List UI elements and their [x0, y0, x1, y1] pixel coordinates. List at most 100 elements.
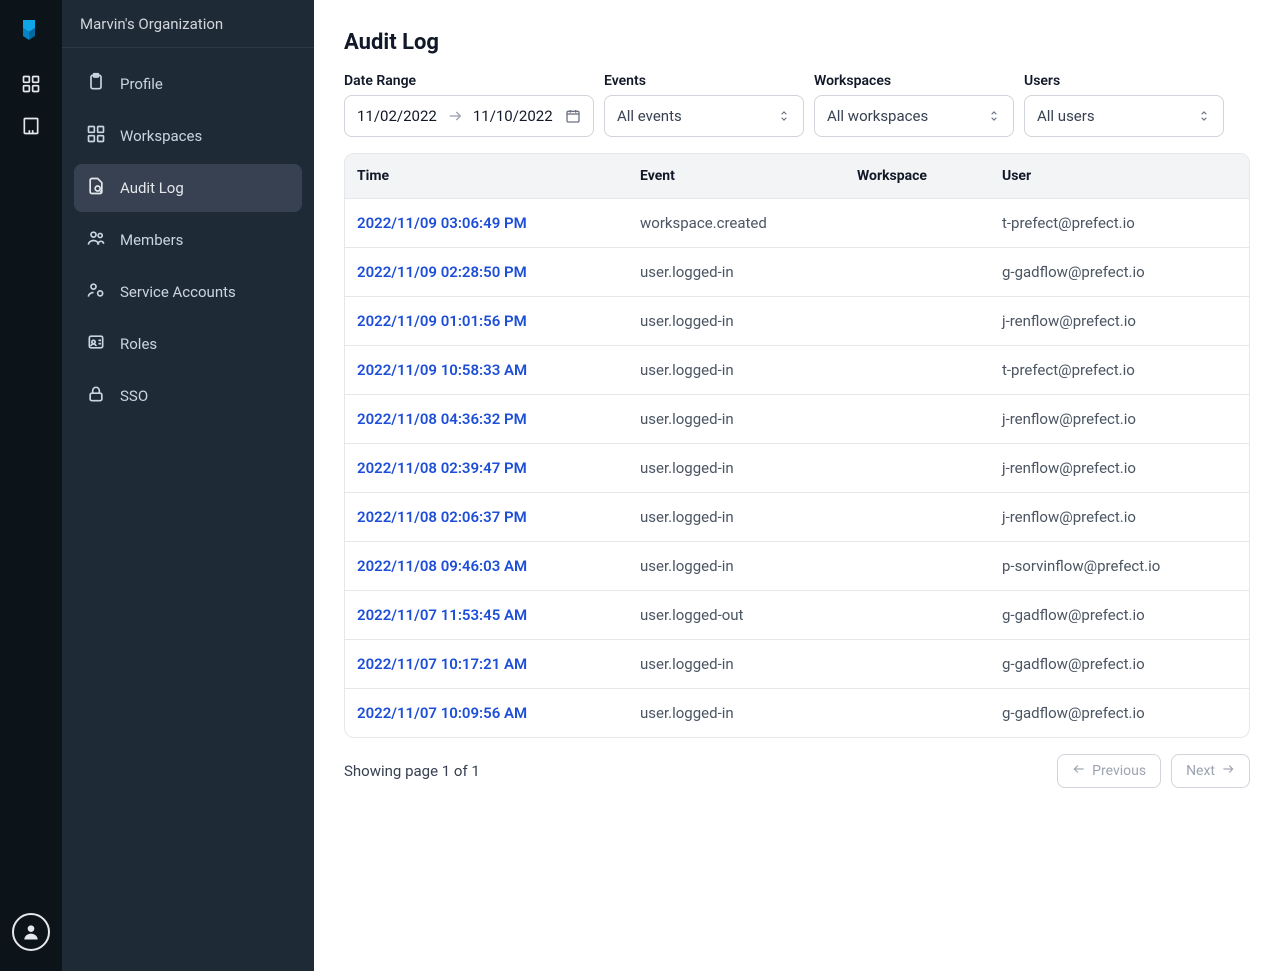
- users-select[interactable]: All users: [1024, 95, 1224, 137]
- cell-user: g-gadflow@prefect.io: [1002, 704, 1237, 722]
- filter-label-users: Users: [1024, 73, 1224, 89]
- cell-time[interactable]: 2022/11/08 02:06:37 PM: [357, 508, 640, 526]
- cell-workspace: [857, 263, 1002, 281]
- date-range-end: 11/10/2022: [473, 107, 553, 125]
- rail-dashboard-icon[interactable]: [21, 74, 41, 94]
- filter-bar: Date Range 11/02/2022 11/10/2022 Events …: [344, 73, 1250, 137]
- cell-user: g-gadflow@prefect.io: [1002, 263, 1237, 281]
- chevron-up-down-icon: [777, 109, 791, 123]
- sidebar-item-label: Roles: [120, 335, 157, 353]
- sidebar-item-label: Workspaces: [120, 127, 202, 145]
- calendar-icon: [565, 108, 581, 124]
- rail-organization-icon[interactable]: [21, 116, 41, 136]
- arrow-right-icon: [447, 108, 463, 124]
- sidebar-item-workspaces[interactable]: Workspaces: [74, 112, 302, 160]
- sidebar-item-label: SSO: [120, 387, 148, 405]
- sidebar-item-roles[interactable]: Roles: [74, 320, 302, 368]
- table-row: 2022/11/07 10:09:56 AMuser.logged-in g-ga…: [345, 689, 1249, 737]
- filter-label-events: Events: [604, 73, 804, 89]
- previous-button[interactable]: Previous: [1057, 754, 1161, 788]
- cell-user: j-renflow@prefect.io: [1002, 459, 1237, 477]
- cell-time[interactable]: 2022/11/07 10:09:56 AM: [357, 704, 640, 722]
- cell-event: user.logged-out: [640, 606, 857, 624]
- cell-event: user.logged-in: [640, 459, 857, 477]
- clipboard-icon: [86, 72, 106, 96]
- sidebar-nav: Profile Workspaces Audit Log Members: [62, 48, 314, 432]
- th-workspace: Workspace: [857, 168, 1002, 184]
- sidebar-item-label: Members: [120, 231, 183, 249]
- sidebar-item-sso[interactable]: SSO: [74, 372, 302, 420]
- th-event: Event: [640, 168, 857, 184]
- cell-event: user.logged-in: [640, 312, 857, 330]
- next-label: Next: [1186, 763, 1215, 779]
- sidebar-item-profile[interactable]: Profile: [74, 60, 302, 108]
- grid-icon: [86, 124, 106, 148]
- cell-user: j-renflow@prefect.io: [1002, 410, 1237, 428]
- next-button[interactable]: Next: [1171, 754, 1250, 788]
- sidebar-item-service-accounts[interactable]: Service Accounts: [74, 268, 302, 316]
- cell-workspace: [857, 655, 1002, 673]
- cell-event: user.logged-in: [640, 410, 857, 428]
- workspaces-select[interactable]: All workspaces: [814, 95, 1014, 137]
- cell-time[interactable]: 2022/11/09 03:06:49 PM: [357, 214, 640, 232]
- previous-label: Previous: [1092, 763, 1146, 779]
- select-value: All workspaces: [827, 107, 928, 125]
- cell-user: t-prefect@prefect.io: [1002, 361, 1237, 379]
- sidebar-item-label: Service Accounts: [120, 283, 236, 301]
- service-accounts-icon: [86, 280, 106, 304]
- pagination-info: Showing page 1 of 1: [344, 762, 480, 780]
- chevron-up-down-icon: [1197, 109, 1211, 123]
- main-content: Audit Log Date Range 11/02/2022 11/10/20…: [314, 0, 1280, 971]
- audit-log-table: Time Event Workspace User 2022/11/09 03:…: [344, 153, 1250, 738]
- sidebar-item-label: Profile: [120, 75, 163, 93]
- th-user: User: [1002, 168, 1237, 184]
- app-logo[interactable]: [17, 18, 45, 46]
- cell-user: t-prefect@prefect.io: [1002, 214, 1237, 232]
- table-footer: Showing page 1 of 1 Previous Next: [344, 754, 1250, 788]
- table-row: 2022/11/09 02:28:50 PMuser.logged-in g-ga…: [345, 248, 1249, 297]
- user-avatar-button[interactable]: [12, 913, 50, 951]
- cell-time[interactable]: 2022/11/09 01:01:56 PM: [357, 312, 640, 330]
- cell-event: workspace.created: [640, 214, 857, 232]
- cell-workspace: [857, 312, 1002, 330]
- cell-workspace: [857, 361, 1002, 379]
- cell-time[interactable]: 2022/11/07 10:17:21 AM: [357, 655, 640, 673]
- cell-time[interactable]: 2022/11/08 04:36:32 PM: [357, 410, 640, 428]
- cell-time[interactable]: 2022/11/09 02:28:50 PM: [357, 263, 640, 281]
- members-icon: [86, 228, 106, 252]
- cell-user: p-sorvinflow@prefect.io: [1002, 557, 1237, 575]
- table-row: 2022/11/07 10:17:21 AMuser.logged-in g-ga…: [345, 640, 1249, 689]
- sidebar-item-audit-log[interactable]: Audit Log: [74, 164, 302, 212]
- sidebar-item-members[interactable]: Members: [74, 216, 302, 264]
- cell-event: user.logged-in: [640, 263, 857, 281]
- cell-user: g-gadflow@prefect.io: [1002, 655, 1237, 673]
- cell-workspace: [857, 410, 1002, 428]
- table-row: 2022/11/07 11:53:45 AMuser.logged-outg-g…: [345, 591, 1249, 640]
- filter-label-workspaces: Workspaces: [814, 73, 1014, 89]
- cell-event: user.logged-in: [640, 508, 857, 526]
- th-time: Time: [357, 168, 640, 184]
- lock-icon: [86, 384, 106, 408]
- events-select[interactable]: All events: [604, 95, 804, 137]
- sidebar: Marvin's Organization Profile Workspaces…: [62, 0, 314, 971]
- table-row: 2022/11/08 04:36:32 PMuser.logged-in j-re…: [345, 395, 1249, 444]
- date-range-picker[interactable]: 11/02/2022 11/10/2022: [344, 95, 594, 137]
- table-row: 2022/11/08 02:39:47 PMuser.logged-in j-re…: [345, 444, 1249, 493]
- table-row: 2022/11/09 03:06:49 PMworkspace.created t…: [345, 199, 1249, 248]
- cell-time[interactable]: 2022/11/09 10:58:33 AM: [357, 361, 640, 379]
- cell-workspace: [857, 704, 1002, 722]
- cell-time[interactable]: 2022/11/08 09:46:03 AM: [357, 557, 640, 575]
- select-value: All events: [617, 107, 682, 125]
- arrow-left-icon: [1072, 762, 1086, 780]
- select-value: All users: [1037, 107, 1095, 125]
- cell-event: user.logged-in: [640, 557, 857, 575]
- cell-event: user.logged-in: [640, 655, 857, 673]
- cell-time[interactable]: 2022/11/07 11:53:45 AM: [357, 606, 640, 624]
- cell-workspace: [857, 557, 1002, 575]
- cell-workspace: [857, 508, 1002, 526]
- table-header-row: Time Event Workspace User: [345, 154, 1249, 199]
- cell-event: user.logged-in: [640, 704, 857, 722]
- cell-user: j-renflow@prefect.io: [1002, 312, 1237, 330]
- audit-log-icon: [86, 176, 106, 200]
- cell-time[interactable]: 2022/11/08 02:39:47 PM: [357, 459, 640, 477]
